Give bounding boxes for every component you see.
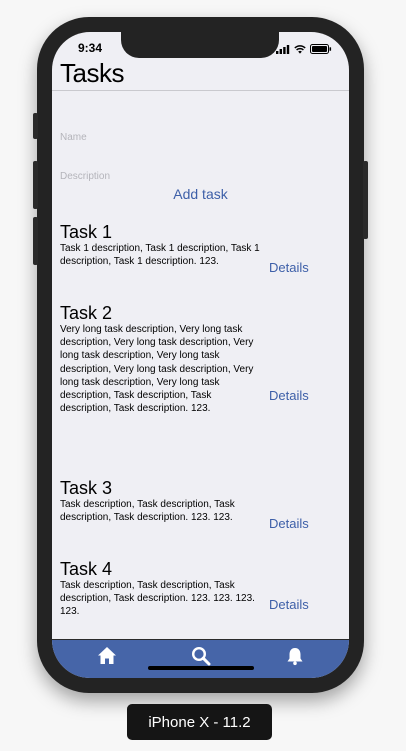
battery-icon (310, 41, 332, 59)
details-button[interactable]: Details (269, 260, 309, 275)
notch (121, 32, 279, 58)
volume-down-button (33, 217, 38, 265)
task-description: Task 1 description, Task 1 description, … (60, 243, 260, 268)
home-indicator[interactable] (148, 666, 254, 670)
tab-notifications[interactable] (283, 646, 307, 670)
details-button[interactable]: Details (269, 388, 309, 403)
task-name: Task 2 (60, 303, 113, 323)
wifi-icon (294, 41, 306, 59)
details-button[interactable]: Details (269, 597, 309, 612)
task-name: Task 4 (60, 559, 113, 579)
task-description: Task description, Task description, Task… (60, 499, 235, 524)
task-name: Task 1 (60, 222, 113, 242)
page-title: Tasks (60, 58, 124, 88)
device-label: iPhone X - 11.2 (127, 704, 272, 740)
task-description: Very long task description, Very long ta… (60, 324, 254, 415)
app-screen: 9:34 Tasks Name Description Add task Tas… (52, 32, 349, 678)
volume-up-button (33, 161, 38, 209)
phone-frame: 9:34 Tasks Name Description Add task Tas… (33, 17, 368, 693)
task-name: Task 3 (60, 478, 113, 498)
divider (52, 90, 349, 91)
tab-home[interactable] (95, 646, 119, 670)
description-input[interactable] (60, 166, 330, 186)
status-time: 9:34 (78, 41, 103, 55)
task-description: Task description, Task description, Task… (60, 580, 255, 618)
power-button (363, 161, 368, 239)
home-icon (97, 646, 117, 670)
add-task-button[interactable]: Add task (52, 186, 349, 202)
bell-icon (285, 646, 305, 671)
tab-bar (52, 639, 349, 678)
signal-icon (276, 41, 290, 59)
ring-switch (33, 113, 38, 139)
details-button[interactable]: Details (269, 516, 309, 531)
status-icons (276, 41, 332, 59)
name-input[interactable] (60, 127, 330, 147)
